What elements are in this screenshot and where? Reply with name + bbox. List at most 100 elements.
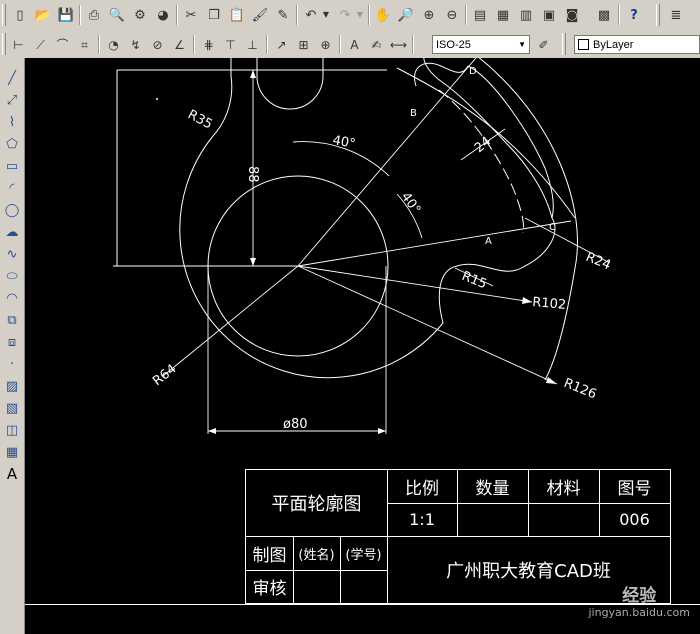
match-properties-icon[interactable]: 🖌 bbox=[250, 5, 270, 25]
continue-dim-icon[interactable]: ⊥ bbox=[243, 35, 262, 54]
region-icon[interactable]: ◫ bbox=[2, 420, 22, 440]
redo-icon[interactable]: ↷ bbox=[335, 5, 355, 25]
insert-block-icon[interactable]: ⧉ bbox=[2, 310, 22, 330]
publish-icon[interactable]: ⚙ bbox=[130, 5, 150, 25]
paste-icon[interactable]: 📋 bbox=[227, 5, 247, 25]
arc-length-icon[interactable]: ⌒ bbox=[53, 35, 72, 54]
hook-arm-tip bbox=[423, 58, 443, 83]
quick-dim-icon[interactable]: ⋕ bbox=[199, 35, 218, 54]
quick-leader-icon[interactable]: ↗ bbox=[272, 35, 291, 54]
new-icon[interactable]: ▯ bbox=[10, 5, 30, 25]
spline-icon[interactable]: ∿ bbox=[2, 244, 22, 264]
polygon-icon[interactable]: ⬠ bbox=[2, 134, 22, 154]
undo-dropdown-icon[interactable]: ▼ bbox=[321, 5, 331, 25]
block-editor-icon[interactable]: ✎ bbox=[273, 5, 293, 25]
ellipse-arc-icon[interactable]: ◠ bbox=[2, 288, 22, 308]
separator bbox=[368, 5, 369, 25]
dim-edit-icon[interactable]: A bbox=[345, 35, 364, 54]
hook-arm-outer bbox=[441, 81, 553, 219]
dim-update-icon[interactable]: ⟷ bbox=[389, 35, 408, 54]
separator bbox=[296, 5, 297, 25]
angular-dim-icon[interactable]: ∠ bbox=[170, 35, 189, 54]
arc-icon[interactable]: ◜ bbox=[2, 178, 22, 198]
tool-palettes-icon[interactable]: ▥ bbox=[516, 5, 536, 25]
point-icon[interactable]: · bbox=[2, 354, 22, 374]
watermark-brand: 经验 bbox=[622, 586, 657, 606]
3d-dwf-icon[interactable]: ◕ bbox=[153, 5, 173, 25]
baseline-dim-icon[interactable]: ⊤ bbox=[221, 35, 240, 54]
dim-style-icon[interactable]: ✐ bbox=[534, 35, 553, 54]
toolbar-grip[interactable] bbox=[2, 33, 6, 55]
standard-toolbar: ▯ 📂 💾 ⎙ 🔍 ⚙ ◕ ✂ ❐ 📋 🖌 ✎ ↶ ▼ ↷ ▼ ✋ 🔎 ⊕ ⊖ … bbox=[0, 0, 700, 32]
toolbar-grip[interactable] bbox=[656, 4, 660, 26]
aligned-dim-icon[interactable]: ⟋ bbox=[31, 35, 50, 54]
copy-icon[interactable]: ❐ bbox=[204, 5, 224, 25]
toolbar-grip[interactable] bbox=[562, 33, 566, 55]
design-center-icon[interactable]: ▦ bbox=[493, 5, 513, 25]
arrow bbox=[546, 377, 557, 384]
separator bbox=[176, 5, 177, 25]
separator bbox=[618, 5, 619, 25]
jogged-dim-icon[interactable]: ↯ bbox=[126, 35, 145, 54]
cut-icon[interactable]: ✂ bbox=[181, 5, 201, 25]
drawing-canvas[interactable]: R35 88 40° 40° 24 A B C D R24 R15 R102 R… bbox=[25, 58, 700, 634]
rectangle-icon[interactable]: ▭ bbox=[2, 156, 22, 176]
properties-icon[interactable]: ▤ bbox=[470, 5, 490, 25]
center-mark-icon[interactable]: ⊕ bbox=[316, 35, 335, 54]
label-phi80: ø80 bbox=[283, 417, 308, 432]
revision-cloud-icon[interactable]: ☁ bbox=[2, 222, 22, 242]
separator bbox=[266, 35, 267, 54]
layer-properties-icon[interactable]: ≣ bbox=[666, 5, 686, 25]
header-drawing-no: 图号 bbox=[617, 479, 652, 499]
zoom-window-icon[interactable]: ⊕ bbox=[419, 5, 439, 25]
diameter-dim-icon[interactable]: ⊘ bbox=[148, 35, 167, 54]
table-icon[interactable]: ▦ bbox=[2, 442, 22, 462]
multiline-text-icon[interactable]: A bbox=[2, 464, 22, 484]
zoom-previous-icon[interactable]: ⊖ bbox=[442, 5, 462, 25]
polyline-icon[interactable]: ⌇ bbox=[2, 112, 22, 132]
print-icon[interactable]: ⎙ bbox=[84, 5, 104, 25]
label-point-a: A bbox=[485, 236, 492, 247]
help-icon[interactable]: ? bbox=[624, 5, 644, 25]
markup-icon[interactable]: ◙ bbox=[562, 5, 582, 25]
undo-icon[interactable]: ↶ bbox=[301, 5, 321, 25]
label-point-d: D bbox=[469, 66, 477, 77]
hatch-icon[interactable]: ▨ bbox=[2, 376, 22, 396]
label-point-c: C bbox=[549, 222, 556, 233]
separator bbox=[98, 35, 99, 54]
linear-dim-icon[interactable]: ⊢ bbox=[9, 35, 28, 54]
header-scale: 比例 bbox=[405, 479, 439, 499]
tolerance-icon[interactable]: ⊞ bbox=[294, 35, 313, 54]
color-select[interactable]: ByLayer bbox=[574, 35, 700, 54]
color-swatch bbox=[578, 39, 589, 50]
circle-icon[interactable]: ◯ bbox=[2, 200, 22, 220]
ordinate-dim-icon[interactable]: ⌗ bbox=[75, 35, 94, 54]
watermark-url: jingyan.baidu.com bbox=[588, 606, 690, 619]
separator bbox=[79, 5, 80, 25]
gradient-icon[interactable]: ▧ bbox=[2, 398, 22, 418]
sheet-set-icon[interactable]: ▣ bbox=[539, 5, 559, 25]
dim-text-edit-icon[interactable]: ✍ bbox=[367, 35, 386, 54]
redo-dropdown-icon[interactable]: ▼ bbox=[355, 5, 365, 25]
centre-arc-dashed bbox=[438, 89, 524, 234]
draw-toolbar: ╱ ⤢ ⌇ ⬠ ▭ ◜ ◯ ☁ ∿ ⬭ ◠ ⧉ ⧈ · ▨ ▧ ◫ ▦ A bbox=[0, 58, 25, 634]
dim-style-select[interactable]: ISO-25 ▼ bbox=[432, 35, 530, 54]
label-r15: R15 bbox=[460, 269, 489, 292]
save-icon[interactable]: 💾 bbox=[56, 5, 76, 25]
toolbar-grip[interactable] bbox=[2, 4, 6, 26]
zoom-realtime-icon[interactable]: 🔎 bbox=[396, 5, 416, 25]
calculator-icon[interactable]: ▩ bbox=[594, 5, 614, 25]
open-icon[interactable]: 📂 bbox=[33, 5, 53, 25]
separator bbox=[339, 35, 340, 54]
pan-icon[interactable]: ✋ bbox=[373, 5, 393, 25]
make-block-icon[interactable]: ⧈ bbox=[2, 332, 22, 352]
value-drawing-no: 006 bbox=[619, 510, 650, 529]
radius-dim-icon[interactable]: ◔ bbox=[104, 35, 123, 54]
plot-preview-icon[interactable]: 🔍 bbox=[107, 5, 127, 25]
radial-line-r126 bbox=[297, 265, 558, 385]
ellipse-icon[interactable]: ⬭ bbox=[2, 266, 22, 286]
line-icon[interactable]: ╱ bbox=[2, 68, 22, 88]
construction-line-icon[interactable]: ⤢ bbox=[2, 90, 22, 110]
top-slot bbox=[256, 58, 324, 110]
separator bbox=[465, 5, 466, 25]
